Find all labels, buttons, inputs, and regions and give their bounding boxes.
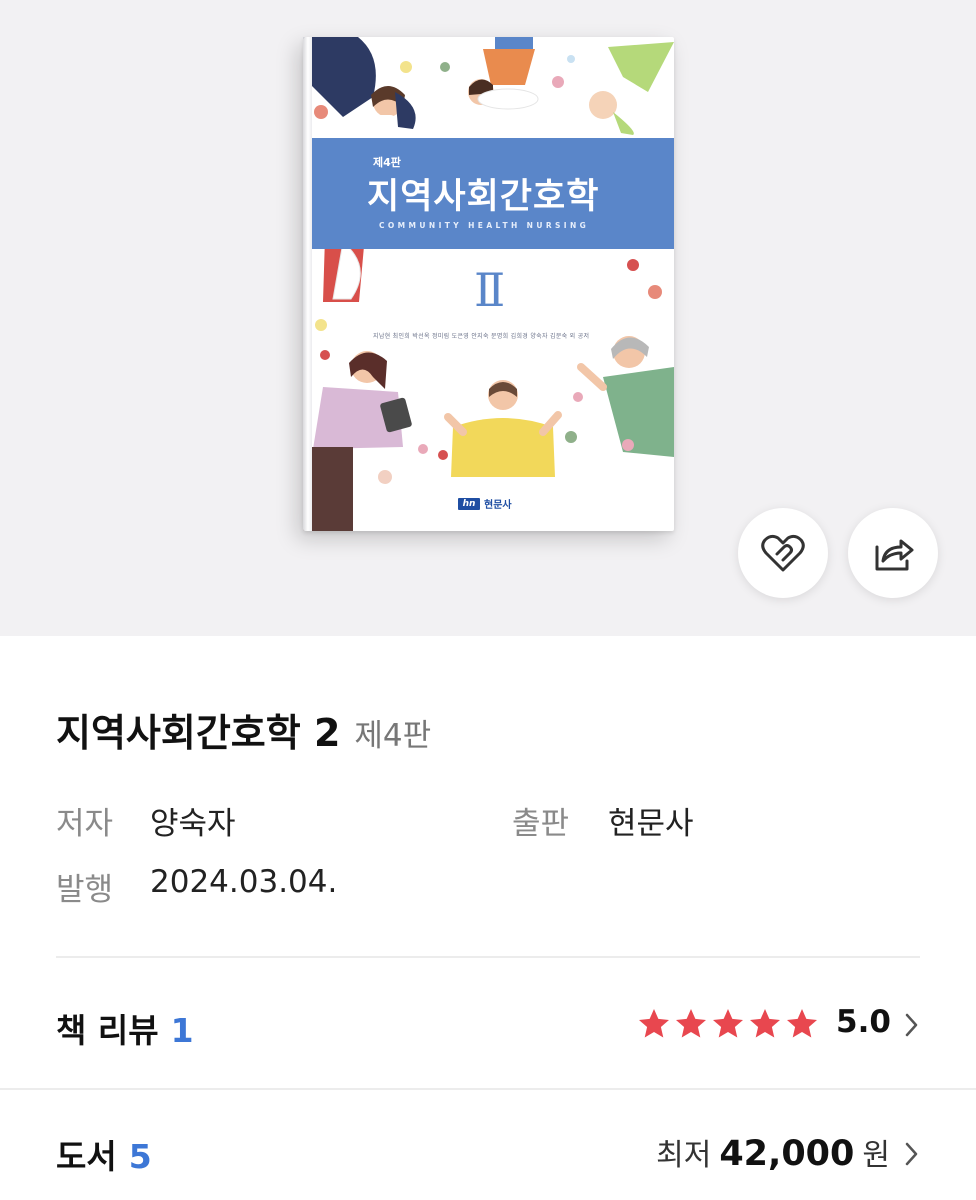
price-unit: 원 [862, 1138, 890, 1173]
review-count: 1 [170, 1011, 194, 1050]
published-label: 발행 [56, 872, 114, 908]
published-date: 2024.03.04. [150, 864, 338, 900]
copies-row-title[interactable]: 도서 5 [56, 1130, 152, 1178]
star-icon [750, 1009, 780, 1038]
lowest-price[interactable]: 최저 42,000 원 [656, 1130, 890, 1174]
price-prefix: 최저 [656, 1138, 712, 1173]
rating-value: 5.0 [836, 1004, 891, 1040]
review-row-title[interactable]: 책 리뷰 1 [56, 1004, 194, 1052]
cover-publisher-logo: hn 현문사 [458, 496, 512, 511]
chevron-right-icon[interactable] [904, 1012, 920, 1038]
publisher-label: 출판 [512, 806, 570, 842]
copies-label: 도서 [56, 1137, 117, 1176]
review-label: 책 리뷰 [56, 1011, 159, 1050]
share-button[interactable] [848, 508, 938, 598]
cover-subtitle: COMMUNITY HEALTH NURSING [379, 221, 590, 230]
book-title: 지역사회간호학 2 [56, 711, 341, 755]
book-edition: 제4판 [354, 718, 432, 754]
cover-volume: Ⅱ [474, 263, 506, 317]
chevron-right-icon[interactable] [904, 1141, 920, 1167]
cover-authors: 지남현 최인희 박선옥 정미림 도은영 안지숙 문명희 김희경 양숙자 김문숙 … [373, 333, 590, 340]
divider [56, 956, 920, 958]
cover-title: 지역사회간호학 [367, 177, 600, 217]
book-cover[interactable]: 제4판 지역사회간호학 COMMUNITY HEALTH NURSING Ⅱ 지… [303, 37, 674, 531]
share-icon [875, 539, 914, 571]
star-icon [676, 1009, 706, 1038]
book-cover-area: 제4판 지역사회간호학 COMMUNITY HEALTH NURSING Ⅱ 지… [0, 0, 976, 636]
price-value: 42,000 [719, 1134, 855, 1174]
publisher-mark: hn [458, 497, 480, 510]
book-spine [303, 37, 312, 531]
publisher-value[interactable]: 현문사 [608, 798, 694, 843]
book-title-row: 지역사회간호학 2 제4판 [56, 702, 431, 757]
star-icon [639, 1009, 669, 1038]
copies-count: 5 [128, 1137, 152, 1176]
heart-outline-icon [761, 534, 805, 572]
star-icon [713, 1009, 743, 1038]
author-label: 저자 [56, 806, 114, 842]
author-value[interactable]: 양숙자 [150, 798, 236, 843]
divider [0, 1088, 976, 1090]
star-icon [787, 1009, 817, 1038]
cover-publisher-name: 현문사 [484, 500, 512, 511]
star-rating[interactable] [636, 1006, 820, 1042]
like-button[interactable] [738, 508, 828, 598]
